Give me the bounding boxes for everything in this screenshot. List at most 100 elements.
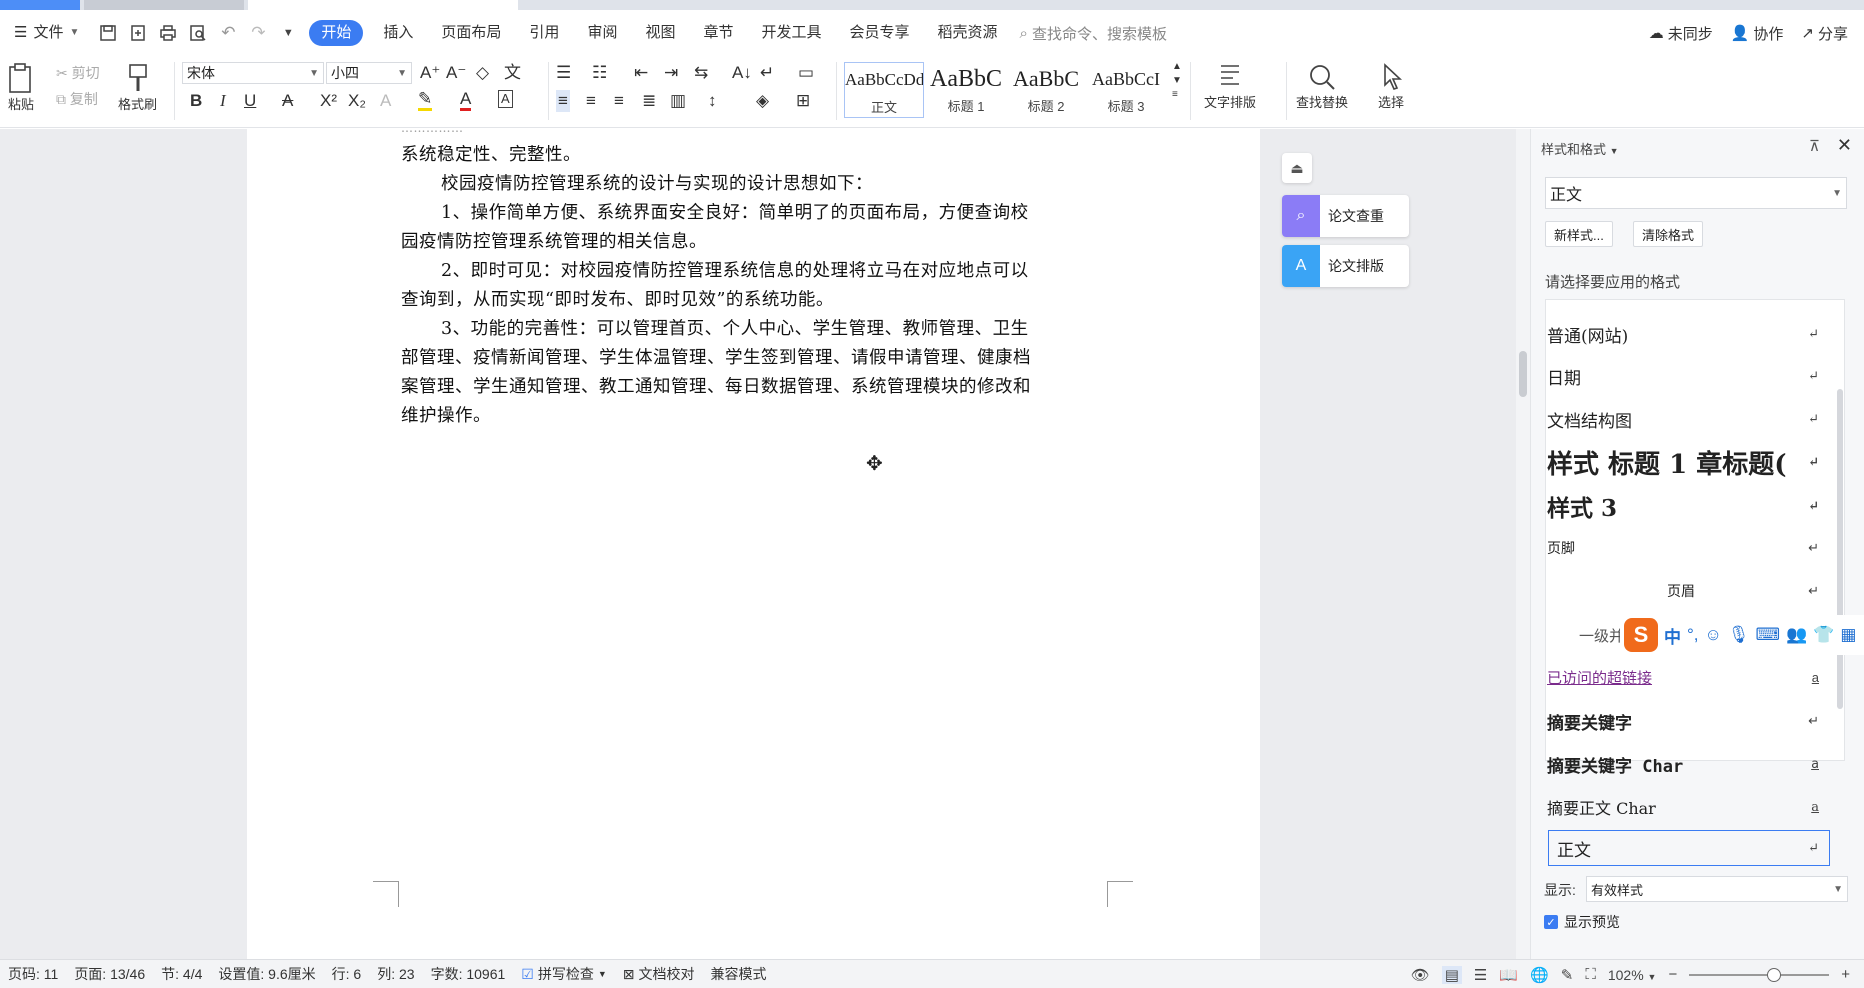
file-menu[interactable]: ☰ 文件 ▼ bbox=[0, 20, 93, 46]
text-effect-icon[interactable]: A bbox=[380, 90, 391, 112]
style-item-doc-map[interactable]: 文档结构图 ↵ bbox=[1547, 401, 1829, 437]
style-item-abstract-keyword[interactable]: 摘要关键字 ↵ bbox=[1547, 703, 1829, 739]
tab-member[interactable]: 会员专享 bbox=[836, 20, 924, 46]
skin-icon[interactable]: 👕 bbox=[1813, 625, 1834, 645]
document-scrollbar[interactable] bbox=[1516, 129, 1530, 959]
style-gallery-scroll[interactable]: ▲ ▼ ≡ bbox=[1172, 60, 1182, 102]
paper-check-button[interactable]: ⌕ 论文查重 bbox=[1282, 195, 1409, 237]
sync-button[interactable]: ☁ 未同步 bbox=[1649, 23, 1713, 44]
select-button[interactable]: 选择 bbox=[1376, 62, 1406, 111]
find-replace-button[interactable]: 查找替换 bbox=[1296, 62, 1348, 111]
shading-icon[interactable]: ◈ bbox=[756, 90, 769, 112]
increase-indent-icon[interactable]: ⇥ bbox=[664, 62, 678, 84]
grow-font-icon[interactable]: A⁺ bbox=[420, 62, 440, 84]
font-color-icon[interactable]: A bbox=[460, 90, 472, 111]
outline-view-icon[interactable]: ☰ bbox=[1474, 966, 1487, 984]
document-page[interactable]: …………… 系统稳定性、完整性。 校园疫情防控管理系统的设计与实现的设计思想如下… bbox=[247, 121, 1260, 959]
style-heading-2[interactable]: AaBbC 标题 2 bbox=[1006, 62, 1086, 118]
spell-check-button[interactable]: ☑ 拼写检查 ▼ bbox=[513, 964, 614, 984]
close-icon[interactable]: ✕ bbox=[1837, 135, 1852, 156]
new-style-button[interactable]: 新样式... bbox=[1545, 221, 1613, 247]
line-spacing-icon[interactable]: ↕ bbox=[708, 90, 717, 112]
write-mode-icon[interactable]: ✎ bbox=[1561, 966, 1574, 984]
style-item-visited-link[interactable]: 已访问的超链接 a bbox=[1547, 659, 1829, 695]
tab-chapter[interactable]: 章节 bbox=[689, 20, 747, 46]
current-style-select[interactable]: 正文 ▼ bbox=[1545, 177, 1847, 209]
show-marks-icon[interactable]: ↵ bbox=[760, 62, 774, 84]
save-icon[interactable] bbox=[95, 20, 121, 46]
numbered-list-icon[interactable]: ☷ bbox=[592, 62, 607, 84]
status-col[interactable]: 列: 23 bbox=[369, 964, 422, 984]
ime-toolbar[interactable]: S 中 °, ☺ 🎙 ⌨ 👥 👕 ▦ bbox=[1620, 615, 1864, 655]
style-item-abstract-body-char[interactable]: 摘要正文 Char a bbox=[1547, 789, 1829, 825]
zoom-out-icon[interactable]: − bbox=[1668, 966, 1677, 983]
toolbox-icon[interactable]: ▦ bbox=[1840, 625, 1856, 645]
style-item-date[interactable]: 日期 ↵ bbox=[1547, 358, 1829, 394]
tab-start[interactable]: 开始 bbox=[309, 20, 364, 46]
highlight-icon[interactable]: ✎ bbox=[418, 90, 433, 111]
style-normal[interactable]: AaBbCcDd 正文 bbox=[844, 62, 924, 118]
paper-layout-button[interactable]: A 论文排版 bbox=[1282, 245, 1409, 287]
ime-lang[interactable]: 中 bbox=[1664, 623, 1681, 648]
command-search[interactable]: ⌕ 查找命令、搜索模板 bbox=[1020, 23, 1167, 44]
chinese-layout-icon[interactable]: ⇆ bbox=[694, 62, 708, 84]
decrease-indent-icon[interactable]: ⇤ bbox=[634, 62, 648, 84]
style-item-abstract-keyword-char[interactable]: 摘要关键字 Char a bbox=[1547, 746, 1829, 782]
keyboard-icon[interactable]: ⌨ bbox=[1755, 625, 1780, 645]
collapse-sidebar-button[interactable]: ⏏ bbox=[1282, 153, 1312, 183]
phonetic-icon[interactable]: 文 bbox=[504, 62, 521, 84]
text-layout-button[interactable]: 文字排版 bbox=[1204, 62, 1256, 111]
style-item-footer[interactable]: 页脚 ↵ bbox=[1547, 530, 1829, 566]
status-setting[interactable]: 设置值: 9.6厘米 bbox=[210, 964, 323, 984]
bold-icon[interactable]: B bbox=[190, 90, 202, 112]
microphone-icon[interactable]: 🎙 bbox=[1728, 625, 1750, 645]
style-item-body-text[interactable]: 正文 ↵ bbox=[1548, 830, 1830, 866]
panel-title[interactable]: 样式和格式 ▼ bbox=[1541, 139, 1619, 158]
pin-icon[interactable]: ⊼ bbox=[1809, 137, 1820, 155]
emoji-icon[interactable]: ☺ bbox=[1705, 625, 1722, 645]
style-item-style-3[interactable]: 样式 3 ↵ bbox=[1547, 488, 1829, 524]
style-heading-1[interactable]: AaBbC 标题 1 bbox=[926, 62, 1006, 118]
window-tab-active[interactable] bbox=[248, 0, 518, 10]
char-border-icon[interactable]: A bbox=[498, 90, 513, 108]
style-item-header[interactable]: 页眉 ↵ bbox=[1547, 573, 1829, 609]
tab-insert[interactable]: 插入 bbox=[369, 20, 427, 46]
sort-icon[interactable]: A↓ bbox=[732, 62, 752, 84]
window-tab[interactable] bbox=[0, 0, 80, 10]
italic-icon[interactable]: I bbox=[220, 90, 226, 112]
export-pdf-icon[interactable] bbox=[125, 20, 151, 46]
tab-references[interactable]: 引用 bbox=[515, 20, 573, 46]
eye-protect-icon[interactable]: 👁 bbox=[1411, 966, 1430, 984]
undo-icon[interactable]: ↶ bbox=[215, 20, 241, 46]
tab-review[interactable]: 审阅 bbox=[573, 20, 631, 46]
quick-access-dropdown-icon[interactable]: ▼ bbox=[275, 20, 301, 46]
subscript-icon[interactable]: X₂ bbox=[348, 90, 366, 112]
zoom-slider[interactable] bbox=[1689, 967, 1830, 982]
style-item-normal-web[interactable]: 普通(网站) ↵ bbox=[1547, 316, 1829, 352]
cut-button[interactable]: ✂ 剪切 bbox=[56, 62, 100, 84]
align-center-icon[interactable]: ≡ bbox=[586, 90, 596, 112]
redo-icon[interactable]: ↷ bbox=[245, 20, 271, 46]
read-view-icon[interactable]: 📖 bbox=[1499, 966, 1518, 984]
tab-developer[interactable]: 开发工具 bbox=[747, 20, 835, 46]
zoom-in-icon[interactable]: + bbox=[1841, 966, 1850, 983]
style-item-heading-chapter[interactable]: 样式 标题 1 章标题(↵ bbox=[1547, 444, 1829, 480]
scrollbar-thumb[interactable] bbox=[1519, 351, 1527, 397]
strikethrough-icon[interactable]: A bbox=[282, 90, 293, 112]
tab-docer[interactable]: 稻壳资源 bbox=[924, 20, 1012, 46]
borders-icon[interactable]: ⊞ bbox=[796, 90, 810, 112]
zoom-slider-thumb[interactable] bbox=[1767, 967, 1782, 982]
clear-format-icon[interactable]: ◇ bbox=[476, 62, 489, 84]
distribute-icon[interactable]: ▥ bbox=[670, 90, 686, 112]
print-icon[interactable] bbox=[155, 20, 181, 46]
web-view-icon[interactable]: 🌐 bbox=[1530, 966, 1549, 984]
bullet-list-icon[interactable]: ☰ bbox=[556, 62, 571, 84]
font-size-select[interactable]: 小四 ▼ bbox=[326, 62, 412, 84]
align-left-icon[interactable]: ≡ bbox=[556, 90, 570, 112]
style-list-scrollbar[interactable] bbox=[1837, 389, 1843, 709]
user-icon[interactable]: 👥 bbox=[1786, 625, 1807, 645]
status-row[interactable]: 行: 6 bbox=[324, 964, 370, 984]
status-page[interactable]: 页面: 13/46 bbox=[66, 964, 153, 984]
style-heading-3[interactable]: AaBbCcI 标题 3 bbox=[1086, 62, 1166, 118]
justify-icon[interactable]: ≣ bbox=[642, 90, 656, 112]
